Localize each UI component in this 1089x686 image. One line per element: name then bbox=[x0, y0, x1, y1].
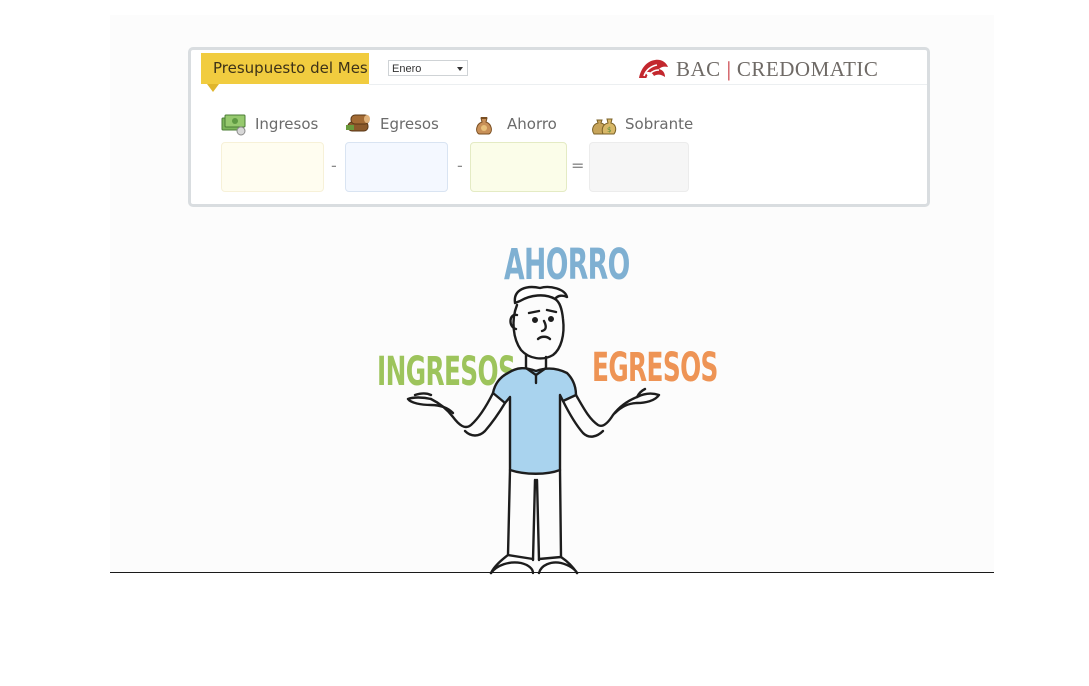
month-select[interactable]: Enero bbox=[388, 60, 468, 76]
budget-tab-title: Presupuesto del Mes bbox=[213, 59, 368, 77]
minus-operator: - bbox=[331, 156, 337, 175]
equals-operator: = bbox=[571, 156, 585, 175]
egresos-input[interactable] bbox=[345, 142, 448, 192]
shrugging-man-illustration bbox=[406, 285, 661, 575]
minus-operator: - bbox=[457, 156, 463, 175]
logo-brand-bac: BAC bbox=[676, 56, 721, 81]
ahorro-label-text: Ahorro bbox=[507, 115, 557, 133]
lion-logo-icon bbox=[639, 59, 668, 79]
ahorro-input[interactable] bbox=[470, 142, 567, 192]
logo-separator: | bbox=[726, 56, 731, 81]
money-bills-icon bbox=[221, 114, 246, 136]
sobrante-label-text: Sobrante bbox=[625, 115, 694, 133]
logs-icon bbox=[346, 114, 370, 132]
egresos-label-text: Egresos bbox=[380, 115, 439, 133]
ahorro-label: Ahorro bbox=[473, 112, 557, 136]
chevron-down-icon bbox=[457, 67, 463, 71]
piggy-money-bag-icon bbox=[476, 117, 492, 135]
header-divider bbox=[369, 84, 927, 85]
ingresos-label-text: Ingresos bbox=[255, 115, 319, 133]
ingresos-label: Ingresos bbox=[221, 112, 318, 136]
budget-tab[interactable]: Presupuesto del Mes bbox=[201, 53, 369, 92]
logo-brand-credomatic: CREDOMATIC bbox=[736, 56, 879, 81]
svg-text:$: $ bbox=[607, 126, 611, 134]
budget-widget: Presupuesto del Mes Enero BAC | CREDOMAT… bbox=[188, 47, 930, 207]
stage-baseline bbox=[110, 572, 994, 573]
ingresos-input[interactable] bbox=[221, 142, 324, 192]
sobrante-output bbox=[589, 142, 689, 192]
month-select-value: Enero bbox=[392, 63, 422, 75]
sobrante-label: $ Sobrante bbox=[591, 112, 693, 136]
egresos-label: Egresos bbox=[346, 112, 439, 136]
bac-credomatic-logo: BAC | CREDOMATIC bbox=[637, 56, 878, 82]
money-bags-icon: $ bbox=[592, 118, 617, 135]
